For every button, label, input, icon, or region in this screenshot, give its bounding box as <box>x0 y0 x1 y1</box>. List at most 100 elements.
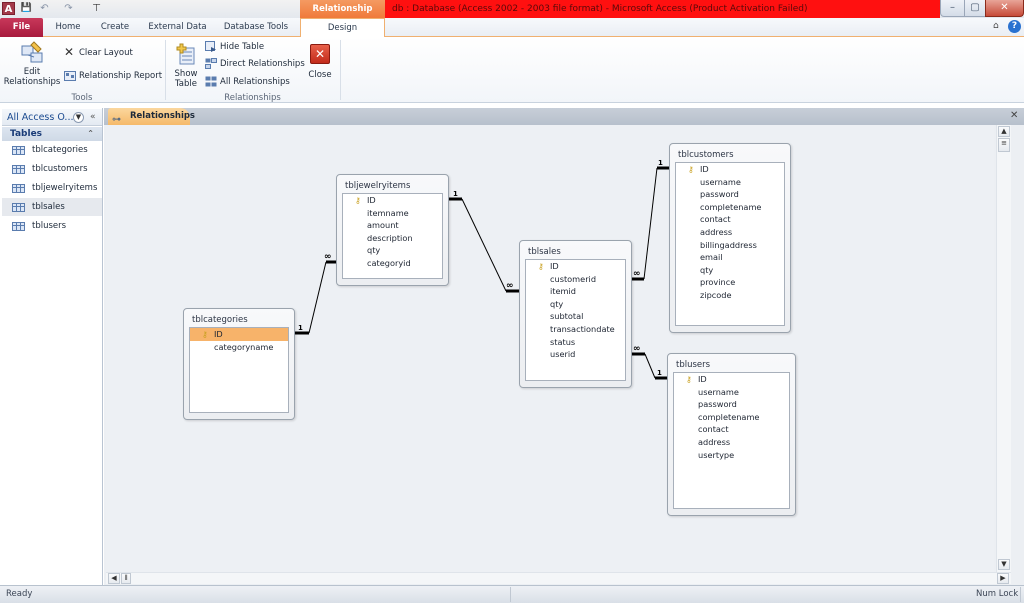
field-row[interactable]: itemname <box>343 207 442 220</box>
field-name: username <box>700 176 741 187</box>
edit-relationships-button[interactable]: Edit Relationships <box>2 40 62 87</box>
maximize-button[interactable]: ▢ <box>964 0 986 17</box>
field-row[interactable]: ⚷ ID <box>526 260 625 273</box>
scroll-right-button[interactable]: ▶ <box>997 573 1009 584</box>
scroll-down-button[interactable]: ▼ <box>998 559 1010 570</box>
collapse-pane-icon[interactable]: « <box>90 109 96 126</box>
help-icon[interactable]: ? <box>1008 20 1021 33</box>
field-row[interactable]: itemid <box>526 285 625 298</box>
minimize-button[interactable]: – <box>940 0 965 17</box>
field-row[interactable]: transactiondate <box>526 323 625 336</box>
field-row[interactable]: zipcode <box>676 289 784 302</box>
field-row[interactable]: ⚷ ID <box>190 328 288 341</box>
tab-database-tools[interactable]: Database Tools <box>220 18 292 37</box>
scroll-left-button[interactable]: ◀ <box>108 573 120 584</box>
table-box-tblusers[interactable]: tblusers ⚷ ID username password completen… <box>667 353 796 516</box>
table-box-tbljewelryitems[interactable]: tbljewelryitems ⚷ ID itemname amount desc… <box>336 174 449 286</box>
all-relationships-icon <box>205 76 217 87</box>
field-row[interactable]: ⚷ ID <box>674 373 789 386</box>
access-app-icon[interactable]: A <box>2 2 15 15</box>
vertical-scrollbar[interactable]: ▲ ≡ ▼ <box>996 125 1011 572</box>
field-row[interactable]: province <box>676 276 784 289</box>
field-row[interactable]: userid <box>526 348 625 361</box>
cardinality-many: ∞ <box>506 281 514 291</box>
field-row[interactable]: categoryid <box>343 257 442 270</box>
field-row[interactable]: username <box>676 176 784 189</box>
table-box-tblcustomers[interactable]: tblcustomers ⚷ ID username password compl… <box>669 143 791 333</box>
field-row[interactable]: completename <box>676 201 784 214</box>
field-row[interactable]: contact <box>674 423 789 436</box>
show-table-button[interactable]: Show Table <box>170 42 202 89</box>
field-row[interactable]: description <box>343 232 442 245</box>
field-row[interactable]: amount <box>343 219 442 232</box>
direct-relationships-button[interactable]: Direct Relationships <box>205 57 305 71</box>
nav-item-tbljewelryitems[interactable]: tbljewelryitems <box>2 179 102 197</box>
nav-item-tblcustomers[interactable]: tblcustomers <box>2 160 102 178</box>
all-relationships-label: All Relationships <box>220 77 290 87</box>
nav-item-tblusers[interactable]: tblusers <box>2 217 102 235</box>
collapse-group-icon[interactable]: ⌃ <box>87 127 94 141</box>
customize-qat-icon[interactable]: ⊤ <box>90 2 103 15</box>
field-name: ID <box>214 329 223 339</box>
field-row[interactable]: categoryname <box>190 341 288 354</box>
field-name: ID <box>367 195 376 205</box>
clear-layout-button[interactable]: ✕ Clear Layout <box>64 46 133 60</box>
horizontal-scrollbar[interactable]: ◀ ⦀ ▶ <box>106 572 1011 584</box>
field-row[interactable]: address <box>676 226 784 239</box>
all-relationships-button[interactable]: All Relationships <box>205 75 290 89</box>
vertical-scroll-thumb[interactable]: ≡ <box>998 138 1010 152</box>
field-row[interactable]: customerid <box>526 273 625 286</box>
nav-item-label: tblsales <box>32 202 65 212</box>
tab-create[interactable]: Create <box>95 18 135 37</box>
field-name: status <box>550 336 576 347</box>
close-document-icon[interactable]: ✕ <box>1010 110 1018 121</box>
undo-icon[interactable]: ↶ <box>38 2 51 15</box>
horizontal-scroll-thumb[interactable]: ⦀ <box>121 573 131 584</box>
field-name: description <box>367 232 413 243</box>
field-row[interactable]: usertype <box>674 449 789 462</box>
table-box-tblsales[interactable]: tblsales ⚷ ID customerid itemid qty subto… <box>519 240 632 388</box>
table-title: tblusers <box>676 360 711 370</box>
document-tab-relationships[interactable]: ⊶ Relationships <box>108 108 195 125</box>
show-table-label-1: Show <box>174 69 198 79</box>
field-row[interactable]: password <box>676 188 784 201</box>
field-row[interactable]: username <box>674 386 789 399</box>
field-row[interactable]: qty <box>526 298 625 311</box>
field-row[interactable]: address <box>674 436 789 449</box>
nav-item-tblcategories[interactable]: tblcategories <box>2 141 102 159</box>
relationship-report-button[interactable]: Relationship Report <box>64 69 162 83</box>
field-name: qty <box>700 264 714 275</box>
tab-external-data[interactable]: External Data <box>145 18 210 37</box>
field-row[interactable]: email <box>676 251 784 264</box>
chevron-down-icon[interactable]: ▼ <box>73 112 84 123</box>
hide-table-button[interactable]: Hide Table <box>205 40 264 54</box>
close-window-button[interactable]: ✕ <box>985 0 1024 17</box>
nav-pane-header[interactable]: All Access O... ▼ « <box>2 109 102 126</box>
field-row[interactable]: subtotal <box>526 310 625 323</box>
nav-group-tables[interactable]: Tables ⌃ <box>2 127 102 141</box>
relationship-report-icon <box>64 70 76 81</box>
field-name: qty <box>367 245 381 256</box>
save-icon[interactable]: 💾 <box>20 2 33 15</box>
field-row[interactable]: contact <box>676 213 784 226</box>
hide-table-label: Hide Table <box>220 42 265 52</box>
field-row[interactable]: completename <box>674 411 789 424</box>
close-relationships-button[interactable]: ✕ Close <box>306 44 334 80</box>
field-row[interactable]: qty <box>343 244 442 257</box>
redo-icon[interactable]: ↷ <box>62 2 75 15</box>
field-row[interactable]: status <box>526 336 625 349</box>
table-box-tblcategories[interactable]: tblcategories ⚷ ID categoryname <box>183 308 295 420</box>
tab-file[interactable]: File <box>0 18 43 37</box>
nav-item-tblsales[interactable]: tblsales <box>2 198 102 216</box>
field-row[interactable]: ⚷ ID <box>343 194 442 207</box>
field-row[interactable]: ⚷ ID <box>676 163 784 176</box>
status-bar <box>0 585 1024 603</box>
field-row[interactable]: billingaddress <box>676 239 784 252</box>
tab-home[interactable]: Home <box>48 18 88 37</box>
field-row[interactable]: qty <box>676 264 784 277</box>
field-row[interactable]: password <box>674 398 789 411</box>
scroll-up-button[interactable]: ▲ <box>998 126 1010 137</box>
minimize-ribbon-icon[interactable]: ⌂ <box>993 21 999 31</box>
tab-design[interactable]: Design <box>300 18 385 37</box>
field-name: ID <box>700 164 709 174</box>
